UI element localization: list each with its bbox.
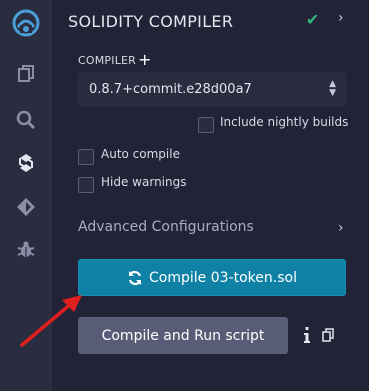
- run-script-button-label: Compile and Run script: [101, 327, 265, 344]
- add-compiler-icon[interactable]: +: [138, 50, 151, 69]
- icon-sidebar: [0, 0, 52, 391]
- copy-icon[interactable]: [322, 328, 334, 342]
- deploy-run-icon[interactable]: [0, 189, 52, 225]
- refresh-icon: [128, 270, 142, 285]
- debugger-icon[interactable]: [0, 232, 52, 268]
- compile-and-run-script-button[interactable]: Compile and Run script: [78, 317, 288, 354]
- chevron-right-icon[interactable]: ›: [338, 220, 344, 236]
- hide-warnings-label: Hide warnings: [101, 175, 187, 189]
- include-nightly-checkbox[interactable]: [198, 117, 214, 133]
- info-icon[interactable]: [302, 325, 312, 347]
- solidity-compiler-panel: SOLIDITY COMPILER ✔ › COMPILER + 0.8.7+c…: [52, 0, 369, 391]
- auto-compile-label: Auto compile: [101, 147, 180, 161]
- remix-logo-icon[interactable]: [0, 4, 52, 42]
- hide-warnings-checkbox[interactable]: [78, 177, 94, 193]
- compile-button[interactable]: Compile 03-token.sol: [78, 259, 346, 296]
- auto-compile-checkbox[interactable]: [78, 149, 94, 165]
- chevron-right-icon[interactable]: ›: [338, 10, 344, 26]
- select-arrows-icon: ▲ ▼: [329, 79, 336, 98]
- checkmark-icon: ✔: [306, 10, 320, 29]
- search-icon[interactable]: [0, 102, 52, 138]
- panel-title: SOLIDITY COMPILER: [68, 12, 234, 31]
- advanced-configurations-toggle[interactable]: Advanced Configurations: [78, 219, 254, 235]
- include-nightly-label: Include nightly builds: [220, 115, 349, 129]
- compiler-label: COMPILER: [78, 54, 137, 67]
- compiler-version-value: 0.8.7+commit.e28d00a7: [89, 82, 252, 97]
- file-explorer-icon[interactable]: [0, 56, 52, 92]
- solidity-compiler-icon[interactable]: [0, 145, 52, 181]
- compiler-version-select[interactable]: 0.8.7+commit.e28d00a7 ▲ ▼: [78, 72, 346, 107]
- compile-button-label: Compile 03-token.sol: [149, 269, 297, 286]
